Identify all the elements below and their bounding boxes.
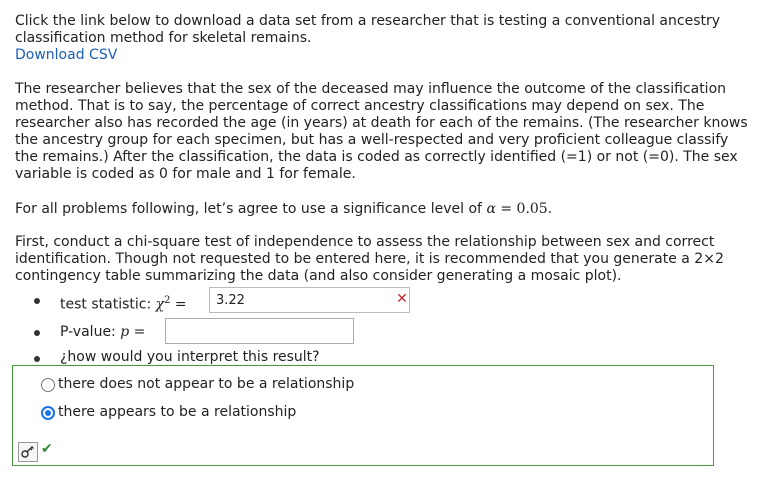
task-paragraph: First, conduct a chi-square test of inde…: [15, 234, 724, 284]
test-statistic-input[interactable]: [209, 287, 410, 313]
significance-period: .: [547, 201, 553, 217]
bullet-p-value: [34, 330, 40, 336]
significance-text: For all problems following, let’s agree …: [15, 201, 487, 217]
intro-paragraph: Click the link below to download a data …: [15, 13, 755, 64]
bullet-interpret: [34, 356, 40, 362]
key-icon: [21, 446, 34, 458]
question-page: Click the link below to download a data …: [0, 0, 774, 495]
p-value-equals: =: [129, 324, 146, 340]
download-csv-link[interactable]: Download CSV: [15, 47, 117, 63]
p-symbol: p: [120, 324, 130, 340]
bullet-test-statistic: [34, 298, 40, 304]
key-button[interactable]: [18, 442, 38, 462]
interpret-question: ¿how would you interpret this result?: [60, 349, 320, 365]
alpha-value: 0.05: [516, 201, 548, 217]
p-value-label: P-value: p =: [60, 324, 145, 341]
radio-relationship[interactable]: [41, 406, 55, 420]
p-value-input[interactable]: [165, 318, 354, 344]
radio-no-relationship[interactable]: [41, 378, 55, 392]
alpha-equals: =: [495, 201, 517, 217]
intro-instruction: Click the link below to download a data …: [15, 13, 721, 46]
p-value-text: P-value:: [60, 324, 121, 340]
option-no-relationship-label[interactable]: there does not appear to be a relationsh…: [58, 376, 354, 393]
x-mark-icon: ✕: [396, 291, 408, 307]
test-statistic-text: test statistic:: [60, 296, 156, 313]
description-paragraph: The researcher believes that the sex of …: [15, 81, 748, 182]
option-relationship-label[interactable]: there appears to be a relationship: [58, 404, 296, 421]
alpha-symbol: α: [486, 201, 496, 217]
test-statistic-equals: =: [170, 296, 187, 313]
chi-symbol: χ: [155, 296, 165, 313]
test-statistic-label: test statistic: χ2 =: [60, 292, 187, 314]
significance-paragraph: For all problems following, let’s agree …: [15, 201, 755, 218]
checkmark-icon: ✔: [41, 441, 53, 457]
